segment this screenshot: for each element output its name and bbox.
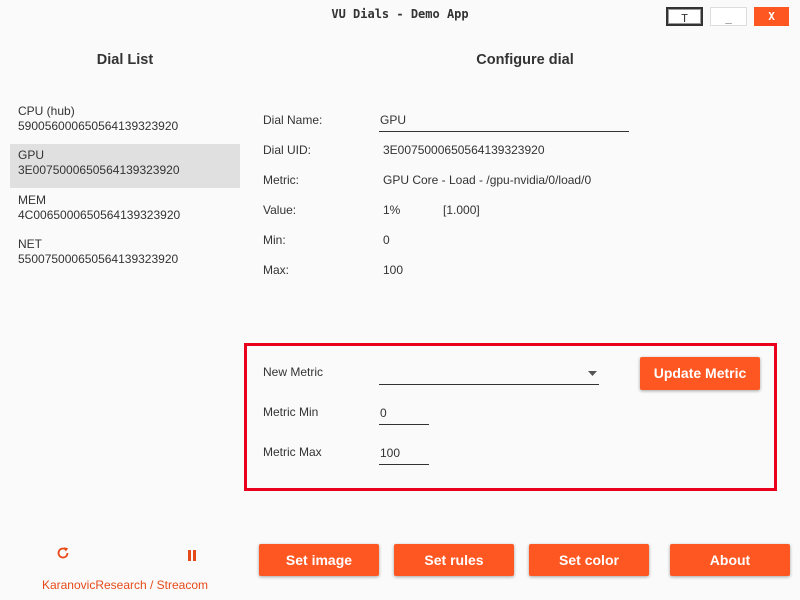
new-metric-label: New Metric [263, 365, 324, 379]
metric-min-value: 0 [380, 406, 387, 420]
metric-max-input[interactable]: 100 [379, 443, 429, 465]
dial-item-uid: 3E0075000650564139323920 [18, 163, 180, 177]
set-image-button[interactable]: Set image [259, 544, 379, 576]
configure-dial-heading: Configure dial [476, 52, 574, 68]
dial-list-item-gpu[interactable]: GPU 3E0075000650564139323920 [10, 144, 240, 188]
dial-name-field[interactable]: GPU [379, 110, 629, 132]
dial-item-uid: 550075000650564139323920 [18, 252, 179, 266]
dial-name-label: Dial Name: [263, 113, 323, 127]
dial-item-uid: 590056000650564139323920 [18, 119, 179, 133]
value-label: Value: [263, 203, 297, 217]
dial-item-uid: 4C0065000650564139323920 [18, 208, 181, 222]
dial-item-name: MEM [18, 193, 46, 207]
t-button[interactable]: T [666, 7, 703, 26]
dial-name-value: GPU [380, 113, 407, 127]
set-rules-button[interactable]: Set rules [394, 544, 514, 576]
dial-uid-label: Dial UID: [263, 143, 312, 157]
dial-item-name: GPU [18, 148, 45, 162]
chevron-down-icon [588, 371, 597, 376]
dial-list-item-net[interactable]: NET 550075000650564139323920 [10, 233, 240, 277]
pause-icon[interactable] [187, 548, 197, 565]
dial-item-name: NET [18, 237, 42, 251]
metric-max-value: 100 [380, 446, 401, 460]
dial-uid-value: 3E0075000650564139323920 [383, 143, 545, 157]
close-button[interactable]: X [754, 7, 789, 26]
about-button[interactable]: About [670, 544, 790, 576]
metric-value: GPU Core - Load - /gpu-nvidia/0/load/0 [383, 173, 592, 187]
metric-label: Metric: [263, 173, 299, 187]
refresh-icon[interactable] [56, 546, 70, 564]
metric-min-input[interactable]: 0 [379, 403, 429, 425]
new-metric-select[interactable] [379, 363, 599, 385]
value-percent: 1% [383, 203, 401, 217]
max-label: Max: [263, 263, 290, 277]
value-raw: [1.000] [443, 203, 480, 217]
brand-text: KaranovicResearch / Streacom [41, 578, 209, 592]
dial-list-heading: Dial List [96, 52, 154, 68]
dial-list-item-cpu[interactable]: CPU (hub) 590056000650564139323920 [10, 100, 240, 144]
metric-max-label: Metric Max [263, 445, 322, 459]
min-value: 0 [383, 233, 390, 247]
set-color-button[interactable]: Set color [529, 544, 649, 576]
update-metric-button[interactable]: Update Metric [640, 357, 760, 390]
dial-list-item-mem[interactable]: MEM 4C0065000650564139323920 [10, 189, 240, 233]
min-label: Min: [263, 233, 286, 247]
minimize-button[interactable]: _ [710, 7, 747, 26]
dial-item-name: CPU (hub) [18, 104, 75, 118]
metric-min-label: Metric Min [263, 405, 319, 419]
max-value: 100 [383, 263, 404, 277]
